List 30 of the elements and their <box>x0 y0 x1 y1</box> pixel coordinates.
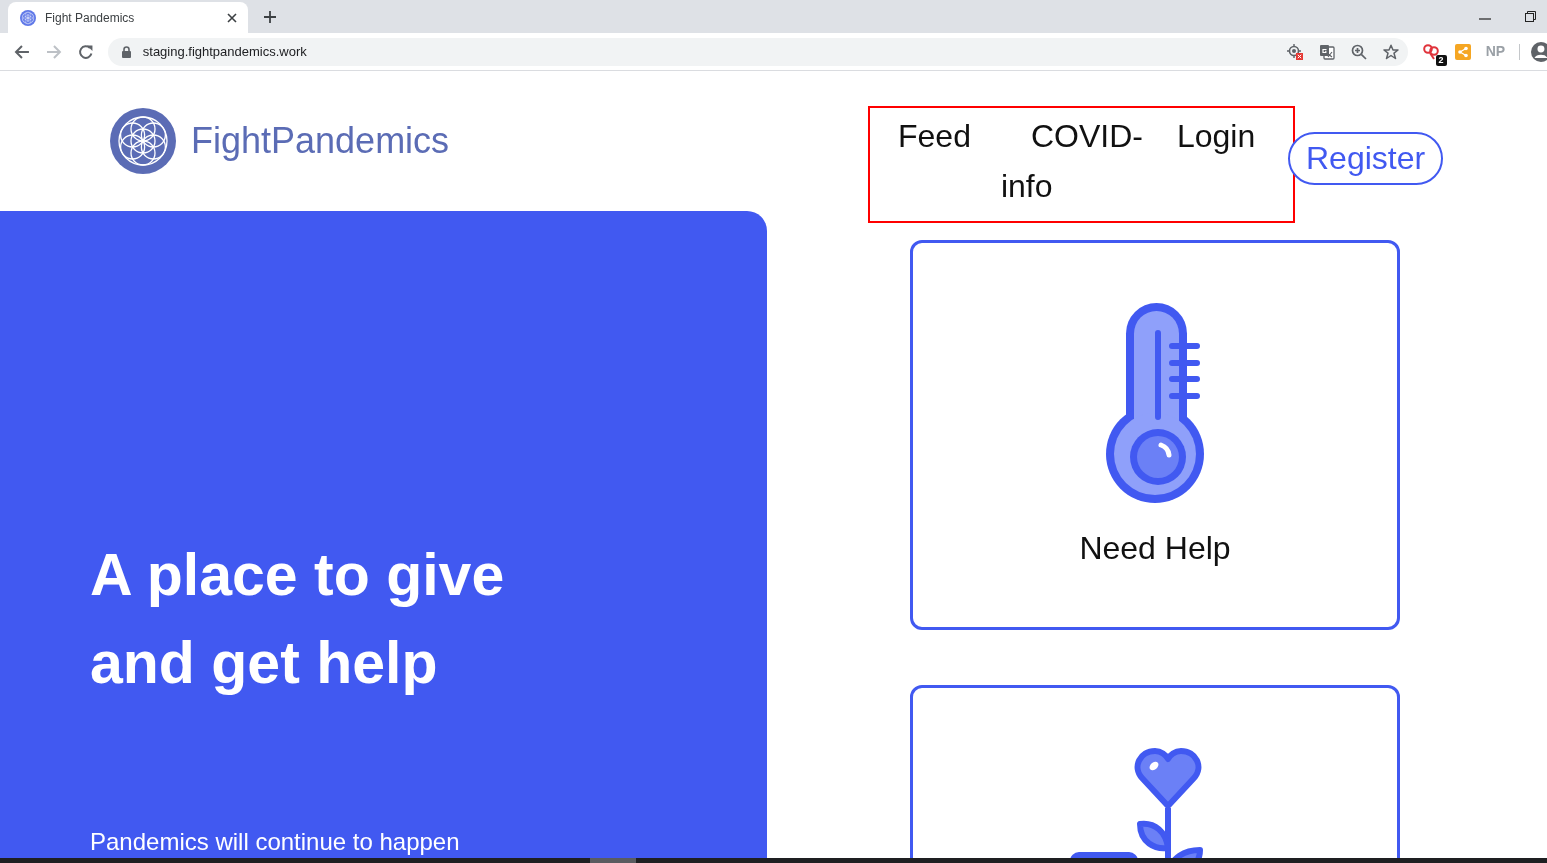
hero-text: Pandemics will continue to happen <box>90 828 461 856</box>
zoom-icon[interactable] <box>1350 43 1367 60</box>
lock-icon <box>121 45 131 58</box>
card-label: Need Help <box>1079 529 1231 568</box>
hero-heading: A place to give and get help <box>90 541 506 698</box>
extension-badge: 2 <box>1435 54 1447 66</box>
nav-link[interactable]: Login <box>1176 111 1256 161</box>
register-button[interactable]: Register <box>1288 132 1444 185</box>
option-card[interactable]: Need Help <box>910 240 1400 630</box>
share-tile-icon[interactable] <box>1454 43 1471 60</box>
nav-link[interactable]: COVID-info <box>1000 111 1147 211</box>
translate-icon[interactable] <box>1318 43 1335 60</box>
logo-icon[interactable] <box>110 108 176 174</box>
restore-icon[interactable] <box>1525 11 1536 22</box>
logo-text[interactable]: FightPandemics <box>191 108 450 174</box>
favicon-icon <box>20 9 36 26</box>
horizontal-scrollbar[interactable] <box>0 858 1547 863</box>
back-icon[interactable] <box>14 43 30 60</box>
close-icon[interactable] <box>227 12 237 23</box>
browser-tab[interactable]: Fight Pandemics <box>8 2 248 33</box>
extension-icon[interactable] <box>1422 43 1440 60</box>
location-blocked-icon[interactable] <box>1286 43 1303 60</box>
reload-icon[interactable] <box>77 43 94 60</box>
plus-icon[interactable] <box>264 11 276 23</box>
thermometer-icon <box>1106 303 1204 503</box>
profile-avatar-icon[interactable] <box>1531 41 1547 62</box>
nav-link[interactable]: Feed <box>898 111 971 161</box>
address-bar[interactable]: staging.fightpandemics.work <box>107 37 1408 66</box>
star-icon[interactable] <box>1382 43 1399 60</box>
url-text[interactable]: staging.fightpandemics.work <box>142 41 307 62</box>
